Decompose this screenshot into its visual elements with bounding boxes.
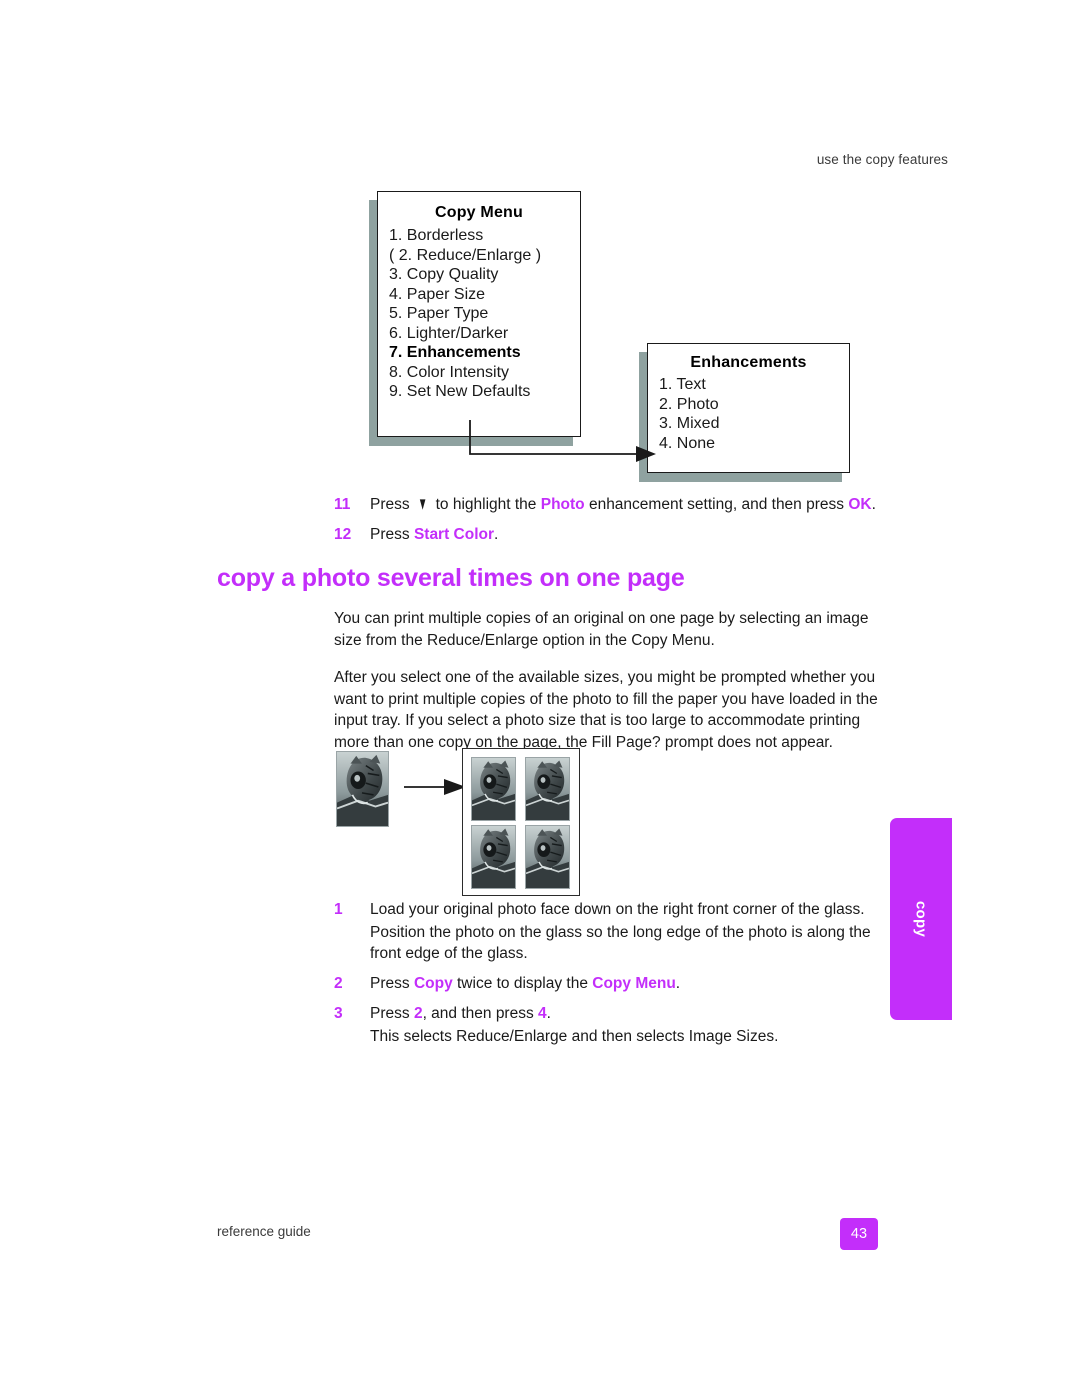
step-text-run: Press (370, 975, 414, 992)
step-number: 1 (334, 901, 343, 918)
step-number: 3 (334, 1005, 343, 1022)
copy-menu-item-5: 6. Lighter/Darker (389, 324, 509, 342)
section-thumb-tab-label: copy (912, 900, 930, 938)
step-text: Press Copy twice to display the Copy Men… (370, 973, 894, 994)
tiger-photo-icon (526, 826, 569, 888)
copy-menu-list: 1. Borderless ( 2. Reduce/Enlarge ) 3. Cop… (378, 226, 580, 402)
steps-list-top: 11 Press ▼ to highlight the Photo enhance… (334, 494, 894, 554)
highlighted-term: Copy (413, 975, 453, 992)
enhancements-menu-item-1: 2. Photo (659, 395, 719, 413)
tiger-photo-icon (472, 826, 515, 888)
step-number: 12 (334, 526, 352, 543)
output-copy-2 (525, 757, 570, 821)
enhancements-menu-item-3: 4. None (659, 434, 716, 452)
tiger-photo-icon (337, 752, 388, 826)
step-text-run: enhancement setting, and then press (584, 496, 849, 513)
tiger-photo-icon (526, 758, 569, 820)
step-number: 11 (334, 496, 351, 513)
step-text-run: . (494, 526, 499, 543)
step-text-run: , and then press (422, 1005, 539, 1022)
enhancements-menu-box: Enhancements 1. Text 2. Photo 3. Mixed 4. N… (647, 343, 850, 473)
enhancements-menu-item-0: 1. Text (659, 376, 706, 393)
highlighted-term: Photo (540, 496, 585, 513)
step-item: 11 Press ▼ to highlight the Photo enhance… (334, 494, 894, 515)
enhancements-menu-list: 1. Text 2. Photo 3. Mixed 4. None (648, 375, 849, 453)
output-page-preview (462, 748, 580, 896)
body-paragraph: After you select one of the available si… (334, 669, 878, 751)
step-text-run: . (546, 1005, 551, 1022)
step-text-run: Load your original photo face down on th… (370, 901, 865, 918)
step-text-run: Press (370, 496, 414, 513)
step-text: Press ▼ to highlight the Photo enhanceme… (370, 494, 894, 515)
step-text-run: twice to display the (452, 975, 593, 992)
step-text: Load your original photo face down on th… (370, 899, 894, 964)
enhancements-menu-item-2: 3. Mixed (659, 415, 720, 432)
output-copy-3 (471, 825, 516, 889)
intro-paragraphs: You can print multiple copies of an orig… (334, 608, 886, 769)
footer-label: reference guide (217, 1224, 311, 1239)
down-arrow-icon: ▼ (417, 494, 428, 515)
step-item: 3 Press 2, and then press 4. This selects … (334, 1003, 894, 1047)
step-text: Press 2, and then press 4. This selects R… (370, 1003, 894, 1047)
output-copy-4 (525, 825, 570, 889)
highlighted-term: OK (848, 496, 872, 513)
copy-menu-item-7: 8. Color Intensity (389, 363, 510, 381)
step-text-run: . (675, 975, 681, 992)
copy-menu-box: Copy Menu 1. Borderless ( 2. Reduce/Enlar… (377, 191, 581, 437)
multi-copy-illustration (336, 748, 596, 898)
copy-menu-item-3: 4. Paper Size (389, 285, 486, 303)
step-number: 2 (334, 975, 343, 992)
step-text-run: Press (370, 526, 414, 543)
output-copy-1 (471, 757, 516, 821)
step-subtext: Position the photo on the glass so the l… (370, 924, 871, 962)
highlighted-term: 4 (538, 1005, 547, 1022)
running-header: use the copy features (816, 152, 948, 167)
copy-menu-item-8: 9. Set New Defaults (389, 383, 531, 400)
step-text-run: . (871, 496, 876, 513)
document-page: use the copy features Copy Menu 1. Borde… (0, 0, 1080, 1397)
highlighted-term: Copy Menu (592, 975, 676, 992)
copy-menu-item-2: 3. Copy Quality (389, 266, 499, 283)
copy-menu-item-6: 7. Enhancements (389, 344, 521, 361)
tiger-photo-icon (472, 758, 515, 820)
copy-menu-item-4: 5. Paper Type (389, 305, 489, 322)
enhancements-menu-title: Enhancements (690, 354, 807, 371)
step-item: 2 Press Copy twice to display the Copy Me… (334, 973, 894, 994)
page-number-badge: 43 (840, 1218, 878, 1250)
highlighted-term: Start Color (413, 526, 495, 543)
copy-menu-item-1: ( 2. Reduce/Enlarge ) (389, 246, 542, 264)
step-text-run: to highlight the (431, 496, 541, 513)
step-item: 1 Load your original photo face down on t… (334, 899, 894, 964)
page-title: copy a photo several times on one page (217, 564, 685, 592)
step-subtext: This selects Reduce/Enlarge and then sel… (370, 1028, 779, 1045)
flow-arrow-icon (404, 779, 466, 795)
copy-menu-item-0: 1. Borderless (389, 227, 484, 244)
step-item: 12 Press Start Color. (334, 524, 894, 545)
step-text: Press Start Color. (370, 524, 894, 545)
copy-menu-title: Copy Menu (434, 204, 524, 221)
steps-list-bottom: 1 Load your original photo face down on t… (334, 899, 894, 1056)
original-photo-thumbnail (336, 751, 389, 827)
highlighted-term: 2 (413, 1005, 423, 1022)
section-thumb-tab: copy (890, 818, 952, 1020)
step-text-run: Press (370, 1005, 414, 1022)
body-paragraph: You can print multiple copies of an orig… (334, 610, 869, 649)
